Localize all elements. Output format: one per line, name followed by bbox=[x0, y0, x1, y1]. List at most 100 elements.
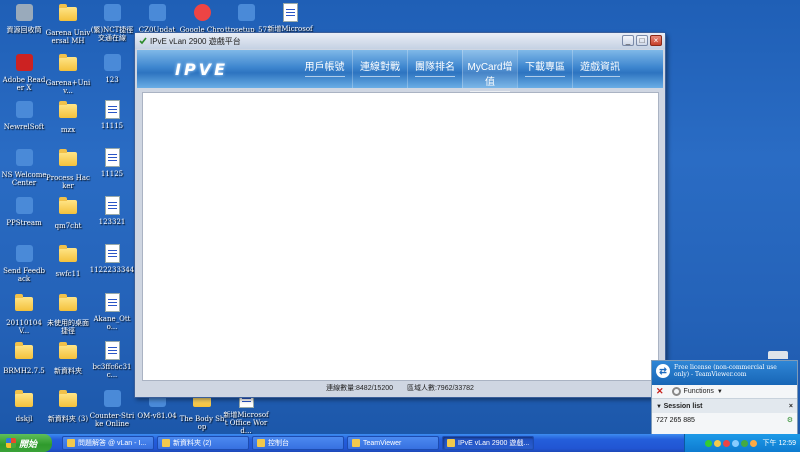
desktop-icon[interactable]: Garena+Univ... bbox=[45, 53, 91, 95]
maximize-button[interactable]: □ bbox=[636, 35, 648, 46]
desktop-icon-label: Adobe Reader X bbox=[2, 76, 46, 92]
nav-user-account[interactable]: 用戶帳號 bbox=[297, 50, 352, 88]
desktop-icon[interactable]: 11125 bbox=[89, 148, 135, 178]
document-icon bbox=[101, 341, 123, 361]
taskbar-button[interactable]: 新資料夾 (2) bbox=[157, 436, 249, 450]
app-icon bbox=[235, 4, 257, 24]
desktop-icon[interactable]: bc3ffc6c31c... bbox=[89, 341, 135, 379]
taskbar-button-label: TeamViewer bbox=[363, 439, 402, 447]
desktop-icon[interactable]: Akane_Otto... bbox=[89, 293, 135, 331]
desktop-icon[interactable]: dskjl bbox=[1, 389, 47, 423]
task-list: 問題解答 @ vLan - I... 新資料夾 (2) 控制台 TeamViewer I… bbox=[62, 436, 534, 450]
teamviewer-logo-icon: ⇄ bbox=[656, 364, 670, 378]
content-area bbox=[142, 92, 659, 381]
antivirus-icon[interactable] bbox=[722, 439, 730, 447]
desktop-icon[interactable]: 20110104V... bbox=[1, 293, 47, 335]
teamviewer-tray-icon[interactable] bbox=[740, 439, 748, 447]
desktop-icon-label: BRMH2.7.5 bbox=[3, 367, 45, 375]
desktop-icon[interactable]: (繁)NCT捷徑交通在線 bbox=[89, 3, 135, 42]
nav-team-ranking[interactable]: 團隊排名 bbox=[407, 50, 462, 88]
pdf-icon bbox=[13, 54, 35, 74]
nav-downloads[interactable]: 下載專區 bbox=[517, 50, 572, 88]
document-icon bbox=[101, 244, 123, 264]
taskbar-button-label: 問題解答 @ vLan - I... bbox=[78, 440, 147, 447]
volume-icon[interactable] bbox=[731, 439, 739, 447]
desktop-icon[interactable]: Send Feedback bbox=[1, 244, 47, 283]
desktop-icon[interactable]: Process Hacker bbox=[45, 148, 91, 190]
close-button[interactable]: × bbox=[650, 35, 662, 46]
taskbar-button[interactable]: TeamViewer bbox=[347, 436, 439, 450]
session-list-header[interactable]: Session list bbox=[664, 403, 703, 410]
document-icon bbox=[101, 196, 123, 216]
security-icon[interactable] bbox=[713, 439, 721, 447]
desktop-icon[interactable]: mzx bbox=[45, 100, 91, 134]
folder-icon bbox=[57, 4, 79, 27]
taskbar-button[interactable]: 問題解答 @ vLan - I... bbox=[62, 436, 154, 450]
desktop-icon[interactable]: 資源回收筒 bbox=[1, 3, 47, 34]
taskbar-button[interactable]: IPvE vLan 2900 遊戲... bbox=[442, 436, 534, 450]
desktop-icon-label: Counter-Strike Online bbox=[89, 412, 135, 428]
desktop-icon[interactable]: 未使用的桌面捷徑 bbox=[45, 293, 91, 335]
gear-icon bbox=[671, 387, 681, 396]
windows-logo-icon bbox=[6, 438, 16, 448]
desktop-icon[interactable]: 新資料夾 bbox=[45, 341, 91, 375]
session-settings-icon[interactable]: ⚙ bbox=[787, 416, 793, 424]
update-icon[interactable] bbox=[749, 439, 757, 447]
functions-menu[interactable]: Functions bbox=[684, 388, 714, 395]
ipve-window: IPvE vLan 2900 遊戲平台 _ □ × IPVE 用戶帳號 連線對戰… bbox=[134, 32, 666, 398]
main-nav: 用戶帳號 連線對戰 團隊排名 MyCard增值 下載專區 遊戲資訊 bbox=[297, 50, 627, 92]
desktop-icon-label: Send Feedback bbox=[3, 267, 45, 283]
app-icon bbox=[13, 197, 35, 217]
document-icon bbox=[101, 148, 123, 168]
desktop-icon-label: 新資料夾 bbox=[54, 367, 82, 375]
desktop-icon[interactable]: NS Welcome Center bbox=[1, 148, 47, 187]
desktop-icon-label: 11125 bbox=[100, 170, 124, 178]
desktop-icon-label: 123 bbox=[105, 76, 119, 84]
desktop-icon[interactable]: 11115 bbox=[89, 100, 135, 130]
online-count: 區域人數:7962/33782 bbox=[406, 385, 474, 392]
nav-game-info[interactable]: 遊戲資訊 bbox=[572, 50, 627, 88]
folder-icon bbox=[57, 245, 79, 268]
ipve-logo: IPVE bbox=[175, 59, 228, 79]
desktop-icon[interactable]: Garena Universal MH bbox=[45, 3, 91, 45]
desktop-icon[interactable]: 123321 bbox=[89, 196, 135, 226]
desktop-icon-label: qm7cht bbox=[54, 222, 82, 230]
nav-mycard-topup[interactable]: MyCard增值 bbox=[462, 50, 517, 92]
desktop-icon[interactable]: BRMH2.7.5 bbox=[1, 341, 47, 375]
desktop-icon[interactable]: qm7cht bbox=[45, 196, 91, 230]
desktop-icon[interactable]: 新資料夾 (3) bbox=[45, 389, 91, 423]
desktop-icon[interactable]: Counter-Strike Online bbox=[89, 389, 135, 428]
close-session-icon[interactable]: ✕ bbox=[656, 386, 664, 397]
desktop-icon[interactable]: 123 bbox=[89, 53, 135, 84]
desktop-icon-label: OM-v81.04 bbox=[137, 412, 177, 420]
network-icon[interactable] bbox=[704, 439, 712, 447]
folder-icon bbox=[13, 294, 35, 317]
connection-count: 連線數量:8482/15200 bbox=[326, 385, 394, 392]
close-icon[interactable]: × bbox=[789, 403, 793, 410]
document-icon bbox=[279, 3, 301, 23]
desktop-icon[interactable]: 1122233344 bbox=[89, 244, 135, 274]
folder-icon bbox=[57, 342, 79, 365]
session-id: 727 265 885 bbox=[656, 416, 695, 424]
window-titlebar[interactable]: IPvE vLan 2900 遊戲平台 bbox=[135, 33, 665, 49]
folder-icon bbox=[57, 294, 79, 317]
app-icon bbox=[13, 245, 35, 265]
nav-online-battle[interactable]: 連線對戰 bbox=[352, 50, 407, 88]
start-button[interactable]: 開始 bbox=[0, 434, 52, 452]
desktop-icon[interactable]: PPStream bbox=[1, 196, 47, 227]
window-icon bbox=[162, 439, 170, 447]
desktop-icon[interactable]: swfc11 bbox=[45, 244, 91, 278]
taskbar-button[interactable]: 控制台 bbox=[252, 436, 344, 450]
window-header: IPVE 用戶帳號 連線對戰 團隊排名 MyCard增值 下載專區 遊戲資訊 bbox=[137, 50, 663, 92]
desktop-icon-label: 123321 bbox=[98, 218, 126, 226]
app-icon bbox=[139, 37, 147, 45]
desktop-icon[interactable]: Adobe Reader X bbox=[1, 53, 47, 92]
folder-icon bbox=[57, 197, 79, 220]
app-icon bbox=[13, 101, 35, 121]
desktop-icon-label: Garena+Univ... bbox=[45, 79, 91, 95]
desktop-icon[interactable]: NewrelSoft bbox=[1, 100, 47, 131]
taskbar: 開始 問題解答 @ vLan - I... 新資料夾 (2) 控制台 TeamView… bbox=[0, 434, 800, 452]
teamviewer-collapse-tab[interactable] bbox=[768, 351, 788, 359]
minimize-button[interactable]: _ bbox=[622, 35, 634, 46]
desktop-icon-label: 1122233344 bbox=[89, 266, 135, 274]
